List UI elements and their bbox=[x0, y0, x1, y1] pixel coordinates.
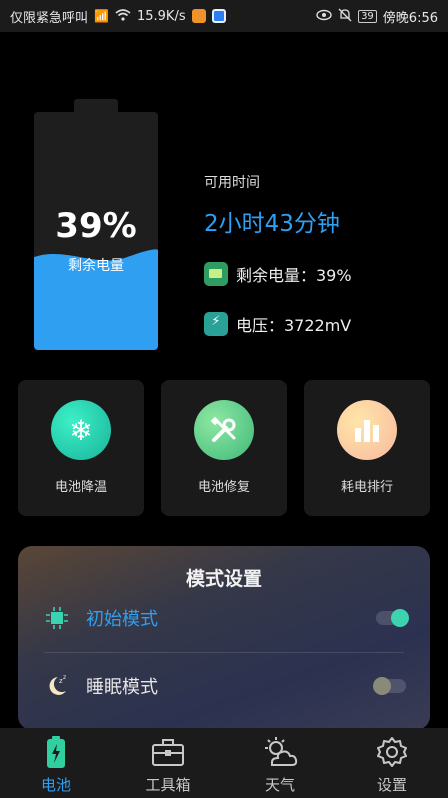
toolbox-icon bbox=[151, 734, 185, 770]
available-time-title: 可用时间 bbox=[204, 175, 260, 191]
tool-card-repair[interactable]: 电池修复 bbox=[161, 380, 287, 516]
nav-label: 工具箱 bbox=[145, 776, 191, 794]
mode-toggle-sleep[interactable] bbox=[373, 677, 406, 695]
remaining-text: 剩余电量：39% bbox=[236, 266, 352, 285]
available-time-value: 2小时43分钟 bbox=[204, 211, 340, 237]
nav-tab-battery[interactable]: 电池 bbox=[0, 728, 112, 798]
battery-gauge: 39% 剩余电量 bbox=[34, 112, 158, 350]
mode-row-initial[interactable]: 初始模式 bbox=[18, 596, 430, 640]
svg-text:z: z bbox=[63, 674, 66, 681]
toggle-knob bbox=[391, 609, 409, 627]
wifi-icon bbox=[115, 9, 131, 23]
tool-card-ranking[interactable]: 耗电排行 bbox=[304, 380, 430, 516]
battery-level-icon bbox=[204, 262, 228, 286]
mode-settings-title: 模式设置 bbox=[185, 568, 262, 590]
clock: 傍晚6:56 bbox=[382, 10, 438, 26]
eye-icon bbox=[316, 9, 332, 23]
tool-card-label: 电池修复 bbox=[197, 480, 250, 495]
voltage-text: 电压：3722mV bbox=[236, 316, 352, 335]
battery-percent: 39% bbox=[55, 206, 137, 246]
moon-sleep-icon: zz bbox=[44, 673, 70, 699]
app-notification-icon-2 bbox=[211, 9, 226, 23]
chip-icon bbox=[44, 605, 70, 631]
gear-icon bbox=[376, 734, 408, 770]
nav-tab-toolbox[interactable]: 工具箱 bbox=[112, 728, 224, 798]
voltage-icon bbox=[204, 312, 228, 336]
remaining-row: 剩余电量：39% bbox=[204, 262, 444, 286]
status-battery-icon: 39 bbox=[358, 9, 377, 23]
mode-row-sleep[interactable]: zz 睡眠模式 bbox=[18, 664, 430, 708]
battery-charging-icon bbox=[45, 734, 67, 770]
nav-tab-weather[interactable]: 天气 bbox=[224, 728, 336, 798]
wrench-screwdriver-icon bbox=[194, 400, 254, 460]
bottom-nav: 电池 工具箱 天气 设置 bbox=[0, 728, 448, 798]
tool-card-cooling[interactable]: ❄ 电池降温 bbox=[18, 380, 144, 516]
status-bar: 仅限紧急呼叫 📶 15.9K/s 39 傍晚6:56 bbox=[0, 0, 448, 32]
divider bbox=[44, 652, 404, 653]
voltage-row: 电压：3722mV bbox=[204, 312, 444, 336]
mute-bell-icon bbox=[338, 8, 352, 24]
snowflake-icon: ❄ bbox=[51, 400, 111, 460]
tool-card-label: 耗电排行 bbox=[340, 480, 393, 495]
weather-icon bbox=[262, 734, 298, 770]
signal-icon: 📶 bbox=[94, 9, 109, 23]
toggle-knob bbox=[373, 677, 391, 695]
bar-chart-icon bbox=[337, 400, 397, 460]
app-notification-icon bbox=[191, 9, 206, 23]
nav-label: 天气 bbox=[264, 776, 295, 794]
mode-label-sleep: 睡眠模式 bbox=[86, 677, 158, 698]
carrier-text: 仅限紧急呼叫 bbox=[10, 10, 89, 26]
net-speed: 15.9K/s bbox=[136, 8, 186, 24]
mode-label-initial: 初始模式 bbox=[86, 609, 158, 630]
battery-info-panel: 可用时间 2小时43分钟 剩余电量：39% 电压：3722mV bbox=[204, 172, 444, 336]
nav-label: 电池 bbox=[40, 776, 71, 794]
battery-percent-label: 剩余电量 bbox=[68, 258, 124, 274]
mode-toggle-initial[interactable] bbox=[376, 609, 409, 627]
nav-label: 设置 bbox=[376, 776, 407, 794]
mode-settings-panel: 模式设置 初始模式 zz 睡眠模式 bbox=[18, 546, 430, 730]
nav-tab-settings[interactable]: 设置 bbox=[336, 728, 448, 798]
tool-card-label: 电池降温 bbox=[54, 480, 107, 495]
